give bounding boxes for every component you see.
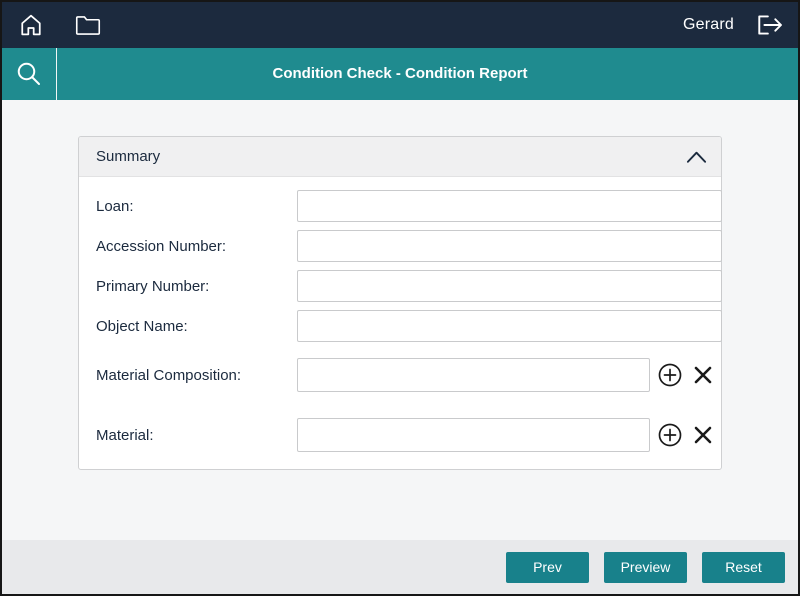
prev-button[interactable]: Prev [506, 552, 589, 583]
form-row-primary-number: Primary Number: [96, 270, 721, 302]
clear-x-icon [693, 425, 713, 445]
form-row-accession-number: Accession Number: [96, 230, 721, 262]
page-title: Condition Check - Condition Report [2, 48, 798, 100]
folder-icon [73, 12, 103, 38]
form-row-material: Material: [96, 418, 721, 452]
material-composition-input[interactable] [297, 358, 650, 392]
app-window: Gerard Condition Check - [0, 0, 800, 596]
loan-input[interactable] [297, 190, 722, 222]
summary-panel-title: Summary [96, 148, 160, 165]
material-add-button[interactable] [657, 422, 683, 448]
user-name[interactable]: Gerard [683, 16, 734, 34]
accession-number-input[interactable] [297, 230, 722, 262]
top-navigation-bar: Gerard [2, 2, 798, 48]
preview-button[interactable]: Preview [604, 552, 687, 583]
object-name-input[interactable] [297, 310, 722, 342]
primary-number-input[interactable] [297, 270, 722, 302]
home-icon [17, 11, 45, 39]
material-composition-label: Material Composition: [96, 367, 241, 384]
page-header-bar: Condition Check - Condition Report [2, 48, 798, 100]
material-clear-button[interactable] [691, 423, 715, 447]
loan-label: Loan: [96, 198, 134, 215]
collapse-panel-button[interactable] [685, 146, 707, 168]
add-circle-icon [657, 422, 683, 448]
primary-number-label: Primary Number: [96, 278, 209, 295]
form-row-material-composition: Material Composition: [96, 358, 721, 392]
accession-number-label: Accession Number: [96, 238, 226, 255]
logout-icon [753, 11, 785, 39]
home-button[interactable] [15, 9, 47, 41]
material-composition-clear-button[interactable] [691, 363, 715, 387]
material-composition-add-button[interactable] [657, 362, 683, 388]
summary-panel: Summary Loan: Accession Number: Primary … [78, 136, 722, 470]
folder-button[interactable] [71, 9, 105, 41]
add-circle-icon [657, 362, 683, 388]
object-name-label: Object Name: [96, 318, 188, 335]
topbar-right-group: Gerard [683, 9, 786, 41]
reset-button[interactable]: Reset [702, 552, 785, 583]
footer-action-bar: Prev Preview Reset [2, 540, 798, 594]
form-row-object-name: Object Name: [96, 310, 721, 342]
chevron-up-icon [686, 150, 707, 164]
form-row-loan: Loan: [96, 190, 721, 222]
summary-panel-header[interactable]: Summary [79, 137, 721, 177]
logout-button[interactable] [752, 9, 786, 41]
clear-x-icon [693, 365, 713, 385]
material-label: Material: [96, 427, 154, 444]
material-input[interactable] [297, 418, 650, 452]
